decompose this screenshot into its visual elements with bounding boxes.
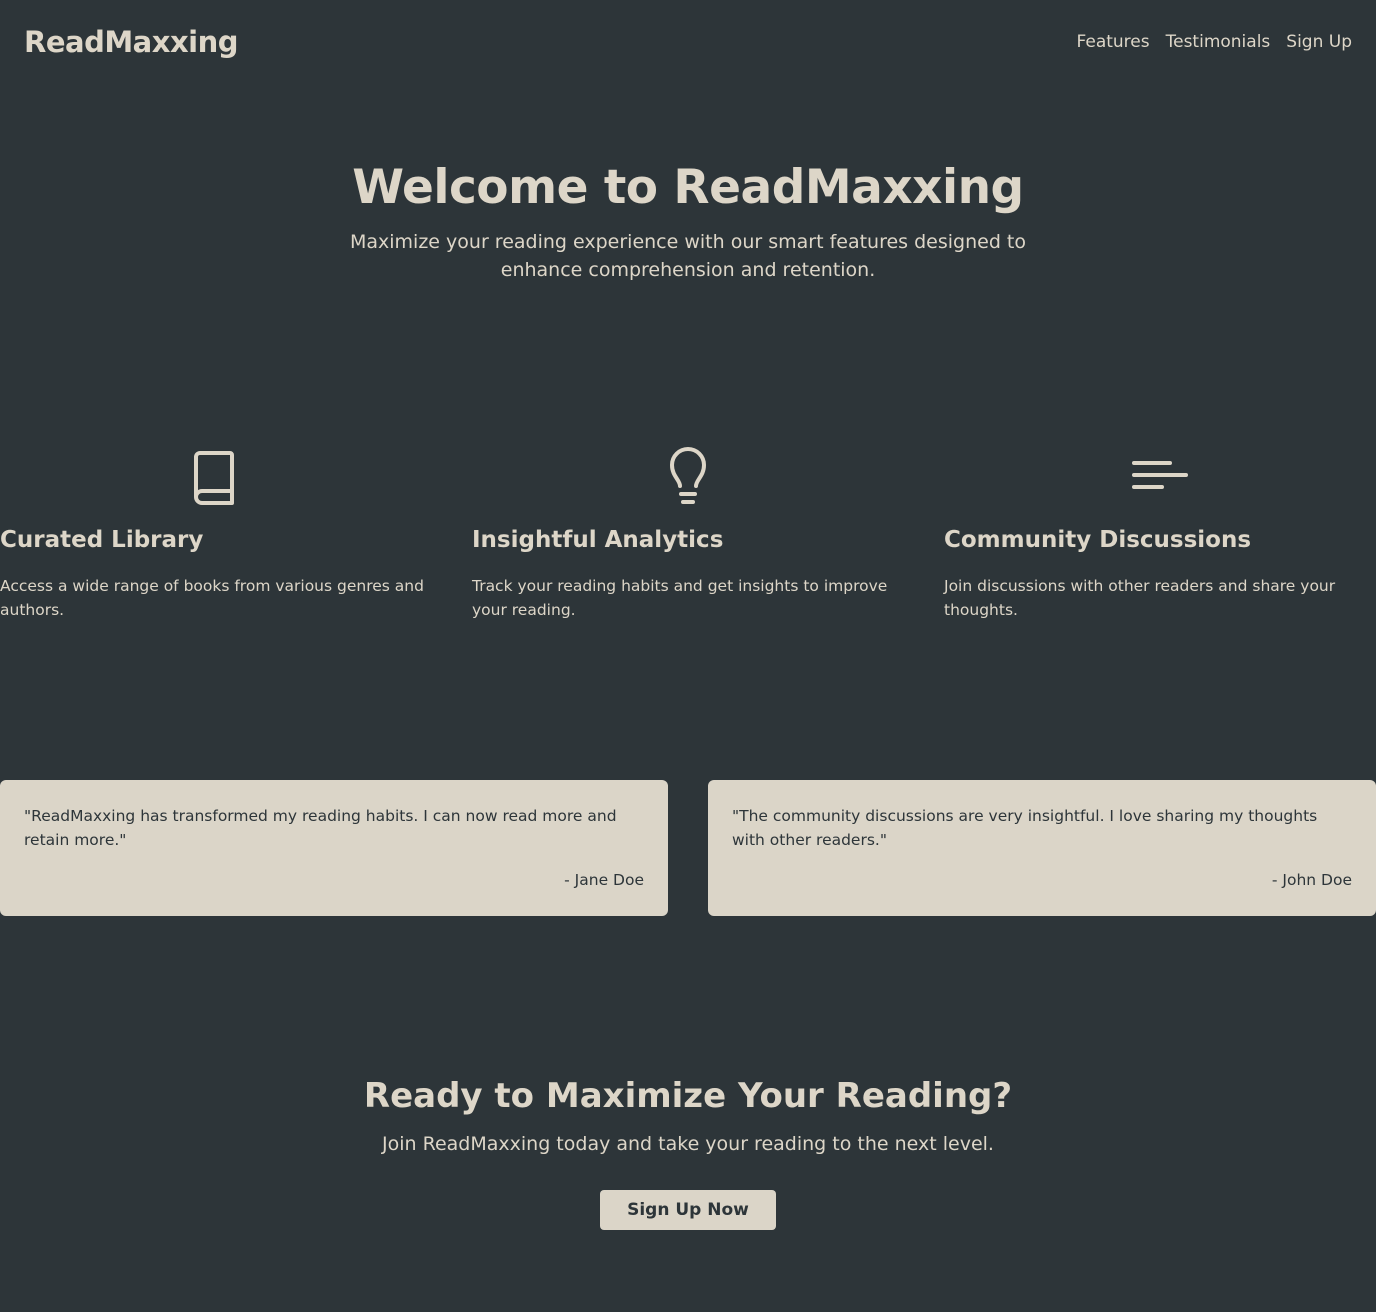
lightbulb-icon	[670, 447, 706, 504]
nav-link-features[interactable]: Features	[1077, 30, 1150, 54]
nav-link-sign-up[interactable]: Sign Up	[1286, 30, 1352, 54]
hero-title: Welcome to ReadMaxxing	[352, 160, 1024, 215]
testimonial-card: "ReadMaxxing has transformed my reading …	[0, 780, 668, 916]
hero-subtitle: Maximize your reading experience with ou…	[349, 231, 1026, 281]
feature-description: Access a wide range of books from variou…	[0, 577, 424, 619]
testimonial-author: - Jane Doe	[564, 871, 644, 889]
testimonial-author: - John Doe	[1271, 871, 1352, 889]
site-header: ReadMaxxing Features Testimonials Sign U…	[0, 0, 1376, 84]
feature-description: Join discussions with other readers and …	[944, 577, 1336, 619]
feature-card-community-discussions: Community Discussions Join discussions w…	[944, 444, 1376, 622]
book-icon	[194, 451, 234, 505]
hero-section: Welcome to ReadMaxxing Maximize your rea…	[0, 156, 1376, 284]
testimonials-section: "ReadMaxxing has transformed my reading …	[0, 780, 1376, 916]
features-section: Curated Library Access a wide range of b…	[0, 444, 1376, 622]
testimonial-quote: "The community discussions are very insi…	[732, 807, 1318, 849]
feature-card-insightful-analytics: Insightful Analytics Track your reading …	[472, 444, 904, 622]
feature-title: Insightful Analytics	[472, 527, 724, 553]
nav-link-testimonials[interactable]: Testimonials	[1166, 30, 1271, 54]
main-nav: Features Testimonials Sign Up	[1077, 30, 1352, 54]
cta-subtitle: Join ReadMaxxing today and take your rea…	[382, 1133, 994, 1155]
feature-description: Track your reading habits and get insigh…	[472, 577, 888, 619]
menu-lines-icon	[1132, 461, 1188, 489]
feature-card-curated-library: Curated Library Access a wide range of b…	[0, 444, 432, 622]
testimonial-quote: "ReadMaxxing has transformed my reading …	[24, 807, 617, 849]
cta-title: Ready to Maximize Your Reading?	[363, 1076, 1013, 1116]
testimonial-card: "The community discussions are very insi…	[708, 780, 1376, 916]
logo[interactable]: ReadMaxxing	[24, 24, 239, 60]
cta-section: Ready to Maximize Your Reading? Join Rea…	[0, 1072, 1376, 1230]
feature-title: Community Discussions	[944, 527, 1252, 553]
feature-title: Curated Library	[0, 527, 204, 553]
sign-up-now-button[interactable]: Sign Up Now	[600, 1190, 776, 1230]
